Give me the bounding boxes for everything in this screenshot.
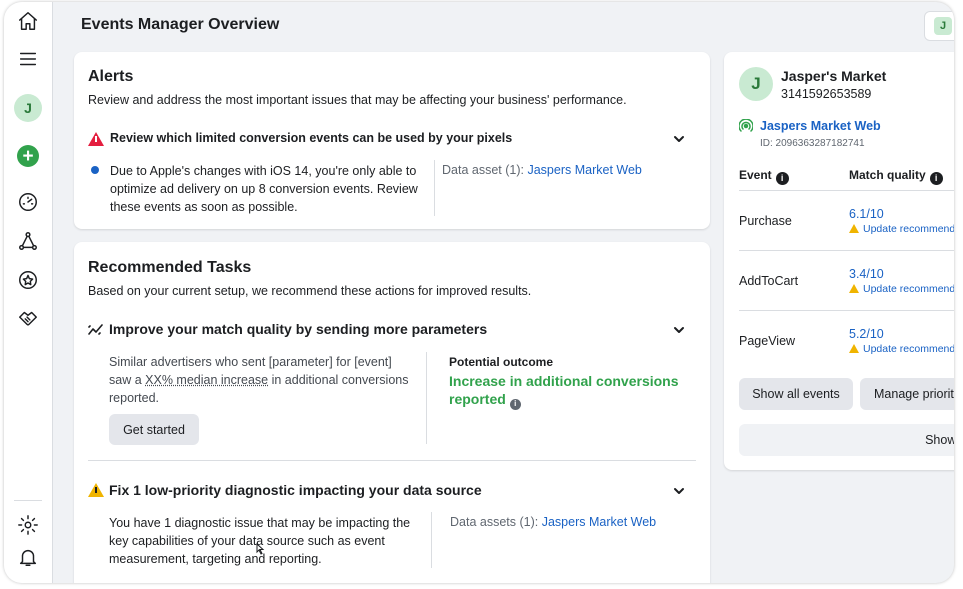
alerts-subtitle: Review and address the most important is… [88,93,627,107]
task2-chevron-down-icon[interactable] [672,484,686,498]
alert-body-line-1: Due to Apple's changes with iOS 14, you'… [110,164,417,178]
alert-chevron-down-icon[interactable] [672,132,686,146]
alert-data-asset: Data asset (1): Jaspers Market Web [442,163,642,177]
task1-line-2-pre: saw a [109,373,146,387]
event-name-pageview: PageView [739,334,796,348]
match-quality-info-icon[interactable]: i [929,171,943,185]
event-divider-2 [739,310,954,311]
warning-mini-icon [849,224,859,233]
match-score-addtocart[interactable]: 3.4/10 [849,267,884,281]
update-recommend-pageview-label: Update recommend [863,343,954,355]
left-nav-rail: J + [4,2,53,583]
alert-item-body: Due to Apple's changes with iOS 14, you'… [110,162,418,216]
business-name: Jasper's Market [781,68,887,84]
business-id: 3141592653589 [781,87,872,101]
event-column-label: Event [739,168,772,182]
match-quality-column-header: Match quality i [849,168,943,185]
event-divider-1 [739,250,954,251]
outcome-line-1: Increase in additional conversions [449,373,679,389]
alert-divider [434,160,435,216]
alert-warning-mark [95,136,97,142]
task1-description: Similar advertisers who sent [parameter]… [109,353,409,407]
event-info-icon[interactable]: i [775,171,789,185]
task2-divider [431,512,432,568]
dataset-signal-icon [738,118,754,133]
network-icon[interactable] [15,228,41,254]
dataset-link[interactable]: Jaspers Market Web [760,119,881,133]
recommended-tasks-card: Recommended Tasks Based on your current … [74,242,710,583]
mouse-cursor [255,542,265,555]
settings-icon[interactable] [15,512,41,538]
alert-body-line-3: these events as soon as possible. [110,200,298,214]
app-frame: J + Events Manager Overview J Alerts Rev… [4,2,954,583]
alert-body-line-2: optimize ad delivery on up 8 conversion … [110,182,418,196]
task2-data-asset-link[interactable]: Jaspers Market Web [542,515,656,529]
show-more-button[interactable]: Show r [739,424,954,456]
match-score-pageview[interactable]: 5.2/10 [849,327,884,341]
update-recommend-addtocart-label: Update recommend [863,283,954,295]
event-name-addtocart: AddToCart [739,274,799,288]
create-icon[interactable]: + [17,145,39,167]
potential-outcome-value: Increase in additional conversions repor… [449,372,679,410]
task1-line-3: reported. [109,391,160,405]
outcome-info-icon[interactable]: i [509,398,521,410]
dataset-id: ID: 2096363287182741 [760,138,865,149]
task2-description: You have 1 diagnostic issue that may be … [109,514,410,568]
account-avatar[interactable]: J [14,94,42,122]
event-name-purchase: Purchase [739,214,792,228]
alert-item-title[interactable]: Review which limited conversion events c… [110,131,512,145]
update-recommend-addtocart[interactable]: Update recommend [849,283,954,295]
task1-line-2: saw a XX% median increase in additional … [109,371,409,389]
task1-line-2-post: in additional conversions [268,373,409,387]
task2-line-1: You have 1 diagnostic issue that may be … [109,516,411,530]
alerts-title: Alerts [88,68,134,85]
task1-line-1: Similar advertisers who sent [parameter]… [109,355,392,369]
manage-priorities-button[interactable]: Manage priorit [860,378,954,410]
gauge-icon[interactable] [15,189,41,215]
alerts-card: Alerts Review and address the most impor… [74,52,710,229]
match-quality-column-label: Match quality [849,168,926,182]
page-title: Events Manager Overview [81,16,280,33]
warning-mini-icon [849,284,859,293]
update-recommend-purchase-label: Update recommend [863,223,954,235]
task-match-quality-title[interactable]: Improve your match quality by sending mo… [109,321,487,337]
match-score-purchase[interactable]: 6.1/10 [849,207,884,221]
get-started-button[interactable]: Get started [109,414,199,445]
nav-divider [14,500,42,501]
tasks-subtitle: Based on your current setup, we recommen… [88,284,532,298]
business-events-card: J Jasper's Market 3141592653589 Jaspers … [724,52,954,470]
diagnostic-warning-mark [95,487,97,493]
handshake-icon[interactable] [15,305,41,331]
update-recommend-purchase[interactable]: Update recommend [849,223,954,235]
tasks-title: Recommended Tasks [88,259,252,276]
alert-data-asset-link[interactable]: Jaspers Market Web [527,163,641,177]
account-switcher[interactable]: J [924,11,954,41]
task1-divider [426,352,427,444]
task-diagnostic-title[interactable]: Fix 1 low-priority diagnostic impacting … [109,482,482,498]
task1-chevron-down-icon[interactable] [672,323,686,337]
warning-mini-icon [849,344,859,353]
median-increase-term[interactable]: XX% median increase [145,373,268,387]
notifications-icon[interactable] [15,544,41,570]
trend-icon [88,322,104,336]
events-header-divider [739,190,954,191]
outcome-line-2: reported [449,391,506,407]
business-avatar[interactable]: J [739,67,773,101]
outcome-line-2-row: reported i [449,390,679,410]
show-all-events-button[interactable]: Show all events [739,378,853,410]
account-switcher-initial: J [934,17,952,35]
event-column-header: Event i [739,168,789,185]
home-icon[interactable] [15,8,41,34]
task2-data-assets-label: Data assets (1): [450,515,539,529]
update-recommend-pageview[interactable]: Update recommend [849,343,954,355]
menu-icon[interactable] [15,46,41,72]
task2-data-assets: Data assets (1): Jaspers Market Web [450,515,656,529]
potential-outcome-label: Potential outcome [449,355,554,369]
task-separator [88,460,696,461]
alert-bullet-dot [91,166,99,174]
star-badge-icon[interactable] [15,267,41,293]
alert-data-asset-label: Data asset (1): [442,163,524,177]
